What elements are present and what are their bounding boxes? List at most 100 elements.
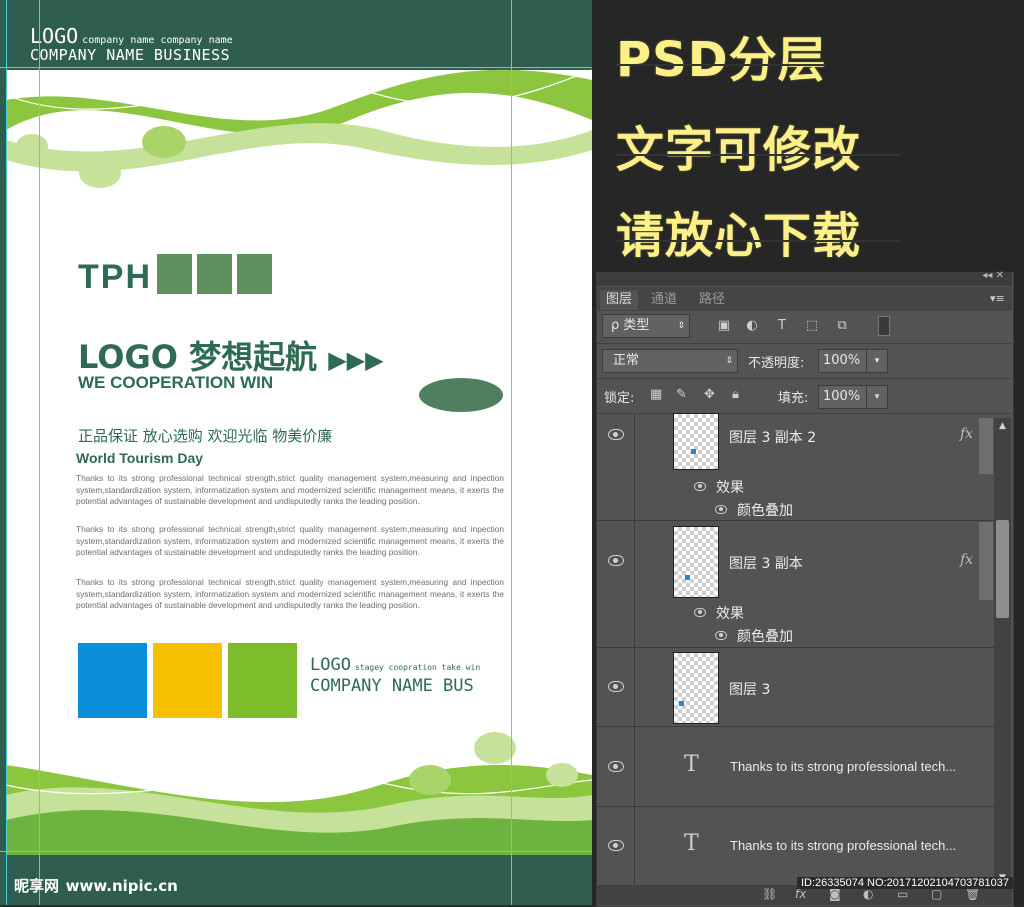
guide-line <box>511 0 512 905</box>
tph-square <box>237 254 272 294</box>
visibility-eye-icon[interactable] <box>608 840 624 851</box>
top-logo-text: LOGO <box>30 24 79 48</box>
text-layer-icon[interactable]: T <box>684 831 699 856</box>
effects-eye-icon[interactable] <box>694 482 706 491</box>
delete-layer-icon[interactable]: 🗑︎ <box>965 887 980 901</box>
effects-label: 效果 <box>716 606 744 622</box>
yellow-square <box>153 643 222 718</box>
lock-move-icon[interactable]: ✥ <box>704 387 715 402</box>
green-square <box>228 643 297 718</box>
opacity-input[interactable]: 100% <box>818 349 868 373</box>
opacity-dropdown-button[interactable]: ▾ <box>866 349 888 373</box>
bottom-wave-graphic <box>5 732 592 855</box>
logo-dream-heading: LOGO 梦想起航 ▶▶▶ <box>78 332 384 378</box>
watermark-brand: 昵享网 <box>14 877 60 895</box>
tab-layers[interactable]: 图层 <box>600 290 639 310</box>
layer-row[interactable] <box>597 521 994 648</box>
text-layer-icon[interactable]: T <box>684 752 699 777</box>
opacity-label: 不透明度: <box>748 356 805 371</box>
visibility-eye-icon[interactable] <box>608 681 624 692</box>
fill-input[interactable]: 100% <box>818 385 868 409</box>
effects-eye-icon[interactable] <box>694 608 706 617</box>
logo-dream-text: LOGO 梦想起航 <box>78 338 318 376</box>
effect-eye-icon[interactable] <box>715 505 727 514</box>
blend-mode-value: 正常 <box>613 353 640 368</box>
panel-title-bar[interactable]: ◂◂ ✕ <box>596 270 1012 286</box>
link-layers-icon[interactable]: ⛓ <box>762 887 777 901</box>
image-filter-icon[interactable]: ▣ <box>716 318 732 334</box>
layers-scrollbar-thumb[interactable] <box>996 520 1009 618</box>
fill-dropdown-button[interactable]: ▾ <box>866 385 888 409</box>
watermark-url: www.nipic.cn <box>65 877 178 895</box>
layer-row[interactable] <box>597 648 994 727</box>
top-logo: LOGO company name company name <box>30 24 233 48</box>
image-id-watermark: ID:26335074 NO:20171202104703781037 <box>797 877 1013 889</box>
filter-type-label: ρ 类型 <box>611 318 650 333</box>
effects-label: 效果 <box>716 480 744 496</box>
strike-line <box>616 154 901 156</box>
scroll-up-icon[interactable]: ▲ <box>999 421 1006 431</box>
visibility-column <box>597 521 635 647</box>
divider <box>597 343 1012 344</box>
visibility-eye-icon[interactable] <box>608 555 624 566</box>
layer-name[interactable]: Thanks to its strong professional tech..… <box>730 838 985 853</box>
shape-filter-icon[interactable]: ⬚ <box>804 318 820 334</box>
top-logo-subtext: company name company name <box>82 35 233 46</box>
fx-icon[interactable]: fx <box>960 426 973 442</box>
new-adjustment-icon[interactable]: ◐ <box>863 887 873 901</box>
arrow-icons: ▶▶▶ <box>328 346 384 374</box>
world-tourism-heading: World Tourism Day <box>76 450 204 466</box>
lock-transparent-icon[interactable]: ▦ <box>650 387 662 402</box>
add-style-icon[interactable]: fx <box>795 887 806 901</box>
tph-square <box>197 254 232 294</box>
slogan-text: 正品保证 放心选购 欢迎光临 物美价廉 <box>78 427 333 445</box>
blue-square <box>78 643 147 718</box>
guide-line <box>39 0 40 905</box>
new-group-icon[interactable]: ▭ <box>897 887 908 901</box>
decorative-oval <box>419 378 503 412</box>
promo-line-1: PSD分层 <box>616 32 827 88</box>
layer-name[interactable]: 图层 3 副本 2 <box>729 427 816 447</box>
row-scrollbar[interactable] <box>979 522 993 600</box>
tab-paths[interactable]: 路径 <box>693 290 731 310</box>
panel-menu-icon[interactable]: ▾≡ <box>990 292 1005 305</box>
visibility-eye-icon[interactable] <box>608 429 624 440</box>
site-watermark: 昵享网 www.nipic.cn <box>14 874 178 896</box>
strike-line <box>616 64 826 66</box>
adjustment-filter-icon[interactable]: ◐ <box>744 318 760 334</box>
effect-name[interactable]: 颜色叠加 <box>737 500 793 520</box>
lock-paint-icon[interactable]: ✎ <box>676 387 687 402</box>
guide-line <box>6 0 7 905</box>
smart-object-filter-icon[interactable]: ⧉ <box>834 318 850 334</box>
promo-line-2: 文字可修改 <box>616 122 862 178</box>
effect-eye-icon[interactable] <box>715 631 727 640</box>
filter-type-select[interactable]: ρ 类型 ⇕ <box>602 314 690 338</box>
effect-name[interactable]: 颜色叠加 <box>737 626 793 646</box>
new-layer-icon[interactable]: ▢ <box>931 887 942 901</box>
layers-scrollbar-track[interactable] <box>994 418 1011 885</box>
bottom-logo: LOGO stagey coopration take win <box>310 655 480 675</box>
add-mask-icon[interactable]: ◙ <box>829 887 841 901</box>
text-filter-icon[interactable]: T <box>774 318 790 334</box>
visibility-eye-icon[interactable] <box>608 761 624 772</box>
tph-heading: TPH <box>78 258 152 296</box>
layer-name[interactable]: 图层 3 <box>729 679 770 699</box>
tab-channels[interactable]: 通道 <box>645 290 683 310</box>
blend-mode-select[interactable]: 正常 ⇕ <box>602 349 738 373</box>
row-scrollbar[interactable] <box>979 418 993 474</box>
fill-label: 填充: <box>778 391 809 406</box>
fx-icon[interactable]: fx <box>960 552 973 568</box>
layer-thumbnail[interactable] <box>673 652 719 724</box>
layer-thumbnail[interactable] <box>673 413 719 470</box>
lock-all-icon[interactable]: 🔒︎ <box>732 387 739 402</box>
divider <box>597 378 1012 379</box>
filter-toggle[interactable] <box>878 316 890 336</box>
layer-thumbnail[interactable] <box>673 526 719 598</box>
collapse-icon[interactable]: ◂◂ ✕ <box>982 270 1004 281</box>
layer-name[interactable]: 图层 3 副本 <box>729 553 803 573</box>
updown-icon: ⇕ <box>725 356 733 366</box>
body-paragraph: Thanks to its strong professional techni… <box>76 524 504 558</box>
layer-name[interactable]: Thanks to its strong professional tech..… <box>730 759 985 774</box>
body-paragraph: Thanks to its strong professional techni… <box>76 577 504 611</box>
bottom-logo-text: LOGO <box>310 655 351 675</box>
